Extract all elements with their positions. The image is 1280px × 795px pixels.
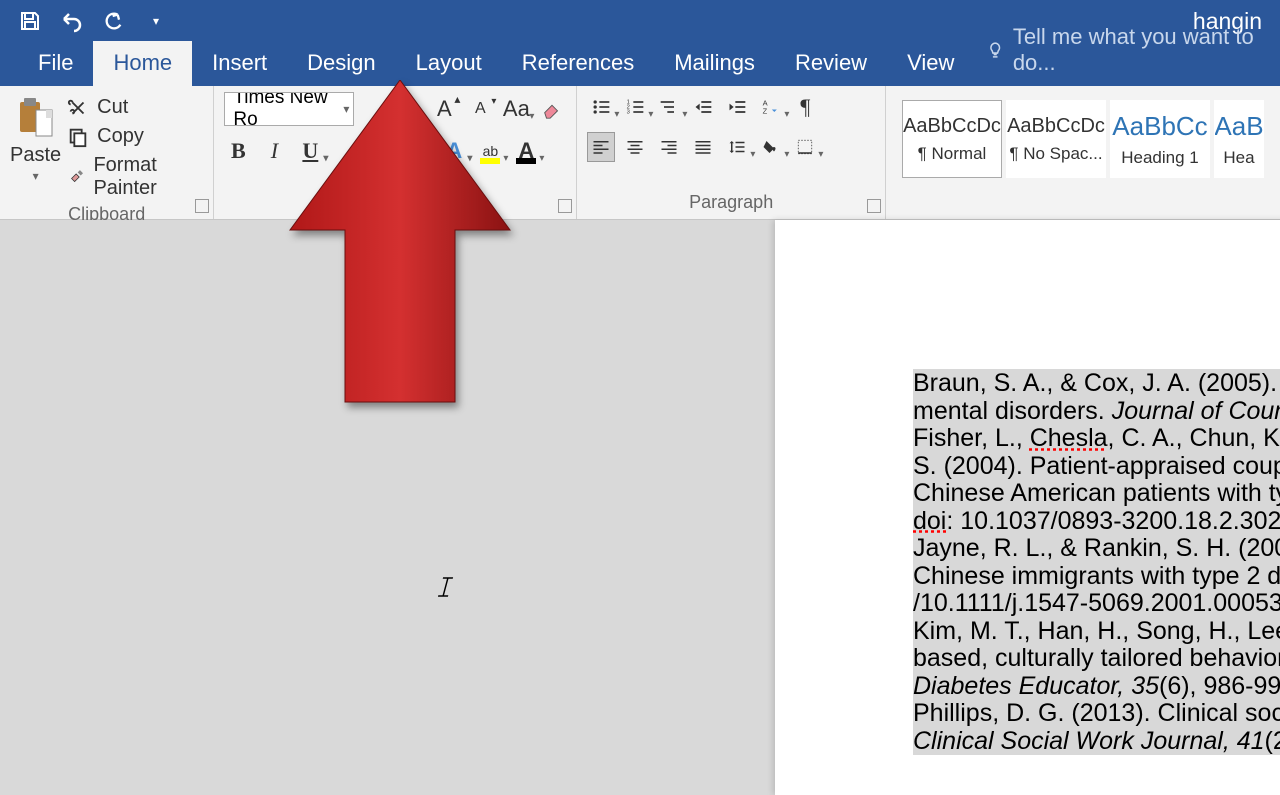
tab-home[interactable]: Home: [93, 41, 192, 86]
font-color-button[interactable]: A: [512, 136, 540, 166]
group-styles: AaBbCcDc ¶ Normal AaBbCcDc ¶ No Spac... …: [886, 86, 1280, 219]
text-effects-button[interactable]: A: [440, 136, 468, 166]
shrink-font-button[interactable]: A▾: [466, 94, 494, 124]
multilevel-list-button[interactable]: [655, 92, 683, 122]
paste-label: Paste: [10, 144, 61, 167]
undo-icon[interactable]: [60, 9, 84, 33]
bullets-button[interactable]: [587, 92, 615, 122]
qat-customize-icon[interactable]: ▾: [144, 9, 168, 33]
save-icon[interactable]: [18, 9, 42, 33]
copy-icon: [67, 126, 89, 148]
svg-text:3: 3: [627, 110, 630, 116]
cut-label: Cut: [97, 96, 128, 119]
bucket-icon: [762, 138, 780, 156]
ribbon-tabs: File Home Insert Design Layout Reference…: [0, 42, 1280, 86]
paragraph-dialog-launcher[interactable]: [867, 199, 881, 213]
style-no-spacing[interactable]: AaBbCcDc ¶ No Spac...: [1006, 100, 1106, 178]
tab-layout[interactable]: Layout: [396, 41, 502, 86]
change-case-button[interactable]: Aa: [502, 94, 530, 124]
tab-insert[interactable]: Insert: [192, 41, 287, 86]
tell-me-placeholder: Tell me what you want to do...: [1013, 24, 1280, 76]
increase-indent-button[interactable]: [723, 92, 751, 122]
align-center-icon: [626, 138, 644, 156]
format-painter-label: Format Painter: [93, 154, 203, 200]
tab-file[interactable]: File: [18, 41, 93, 86]
format-painter-button[interactable]: Format Painter: [67, 154, 203, 200]
copy-label: Copy: [97, 125, 144, 148]
sort-icon: AZ: [761, 97, 781, 117]
bold-button[interactable]: B: [224, 136, 252, 166]
justify-icon: [694, 138, 712, 156]
multilevel-icon: [659, 97, 679, 117]
underline-button[interactable]: U: [296, 136, 324, 166]
tab-mailings[interactable]: Mailings: [654, 41, 775, 86]
bullets-icon: [591, 97, 611, 117]
clear-formatting-button[interactable]: [538, 94, 566, 124]
tab-design[interactable]: Design: [287, 41, 395, 86]
borders-icon: [796, 138, 814, 156]
highlight-button[interactable]: ab: [476, 136, 504, 166]
font-dialog-launcher[interactable]: [558, 199, 572, 213]
font-group-label: [214, 209, 576, 219]
document-page[interactable]: Braun, S. A., & Cox, J. A. (2005). Mana …: [775, 220, 1280, 795]
group-paragraph: 123 AZ ¶ Paragraph: [577, 86, 886, 219]
quick-access-toolbar: ▾: [18, 9, 168, 33]
svg-text:Z: Z: [763, 107, 768, 116]
scissors-icon: [67, 97, 89, 119]
group-clipboard: Paste ▾ Cut Copy Format Painter Clipboar…: [0, 86, 214, 219]
italic-button[interactable]: I: [260, 136, 288, 166]
align-right-button[interactable]: [655, 132, 683, 162]
document-text[interactable]: Braun, S. A., & Cox, J. A. (2005). Mana …: [775, 370, 1280, 755]
outdent-icon: [693, 97, 713, 117]
show-hide-button[interactable]: ¶: [791, 92, 819, 122]
line-spacing-button[interactable]: [723, 132, 751, 162]
lightbulb-icon: [986, 40, 1004, 60]
sort-button[interactable]: AZ: [757, 92, 785, 122]
paste-icon: [14, 96, 58, 140]
tell-me-search[interactable]: Tell me what you want to do...: [986, 24, 1280, 86]
redo-icon[interactable]: [102, 9, 126, 33]
numbering-icon: 123: [625, 97, 645, 117]
align-right-icon: [660, 138, 678, 156]
ribbon: Paste ▾ Cut Copy Format Painter Clipboar…: [0, 86, 1280, 220]
tab-review[interactable]: Review: [775, 41, 887, 86]
clipboard-dialog-launcher[interactable]: [195, 199, 209, 213]
borders-button[interactable]: [791, 132, 819, 162]
indent-icon: [727, 97, 747, 117]
numbering-button[interactable]: 123: [621, 92, 649, 122]
styles-gallery[interactable]: AaBbCcDc ¶ Normal AaBbCcDc ¶ No Spac... …: [896, 98, 1270, 219]
font-family-select[interactable]: Times New Ro: [224, 92, 354, 126]
eraser-icon: [541, 98, 563, 120]
chevron-down-icon[interactable]: ▾: [33, 169, 39, 183]
decrease-indent-button[interactable]: [689, 92, 717, 122]
align-left-button[interactable]: [587, 132, 615, 162]
group-font: Times New Ro A▴ A▾ Aa B I U A ab A: [214, 86, 577, 219]
tab-view[interactable]: View: [887, 41, 974, 86]
style-heading1[interactable]: AaBbCc Heading 1: [1110, 100, 1210, 178]
paragraph-group-label: Paragraph: [577, 188, 885, 219]
document-workspace[interactable]: Braun, S. A., & Cox, J. A. (2005). Mana …: [0, 220, 1280, 720]
style-heading2[interactable]: AaB Hea: [1214, 100, 1264, 178]
style-normal[interactable]: AaBbCcDc ¶ Normal: [902, 100, 1002, 178]
cut-button[interactable]: Cut: [67, 96, 203, 119]
align-center-button[interactable]: [621, 132, 649, 162]
paste-button[interactable]: Paste ▾: [10, 92, 61, 200]
brush-icon: [67, 166, 85, 188]
tab-references[interactable]: References: [502, 41, 655, 86]
grow-font-button[interactable]: A▴: [430, 94, 458, 124]
align-left-icon: [592, 138, 610, 156]
copy-button[interactable]: Copy: [67, 125, 203, 148]
line-spacing-icon: [728, 138, 746, 156]
justify-button[interactable]: [689, 132, 717, 162]
shading-button[interactable]: [757, 132, 785, 162]
